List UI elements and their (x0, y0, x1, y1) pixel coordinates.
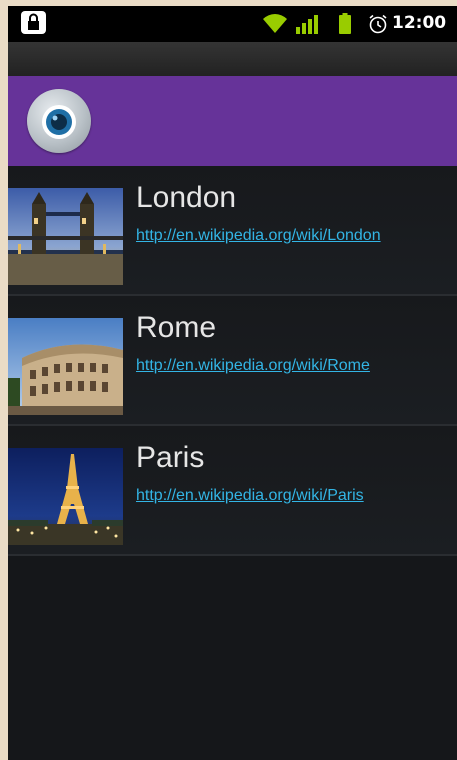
colosseum-image (8, 318, 123, 415)
lock-icon (21, 11, 46, 34)
eiffel-tower-image (8, 448, 123, 545)
action-bar (8, 76, 457, 166)
list-item[interactable]: Paris http://en.wikipedia.org/wiki/Paris (8, 426, 457, 556)
city-name: London (136, 181, 237, 214)
list-item[interactable]: London http://en.wikipedia.org/wiki/Lond… (8, 166, 457, 296)
signal-icon (296, 14, 322, 38)
status-time: 12:00 (392, 13, 447, 33)
phone-screen: 12:00 London http://en.wikipedia.org/wik… (8, 6, 457, 760)
city-link[interactable]: http://en.wikipedia.org/wiki/London (136, 226, 381, 246)
camera-lens-icon[interactable] (27, 89, 91, 153)
battery-icon (339, 13, 351, 34)
status-bar: 12:00 (8, 6, 457, 42)
city-name: Rome (136, 311, 217, 344)
alarm-icon (368, 14, 388, 38)
wifi-icon (262, 13, 288, 38)
notification-strip (8, 42, 457, 76)
city-link[interactable]: http://en.wikipedia.org/wiki/Paris (136, 486, 364, 506)
list-item[interactable]: Rome http://en.wikipedia.org/wiki/Rome (8, 296, 457, 426)
city-name: Paris (136, 441, 205, 474)
city-list: London http://en.wikipedia.org/wiki/Lond… (8, 166, 457, 556)
tower-bridge-image (8, 188, 123, 285)
city-link[interactable]: http://en.wikipedia.org/wiki/Rome (136, 356, 370, 376)
